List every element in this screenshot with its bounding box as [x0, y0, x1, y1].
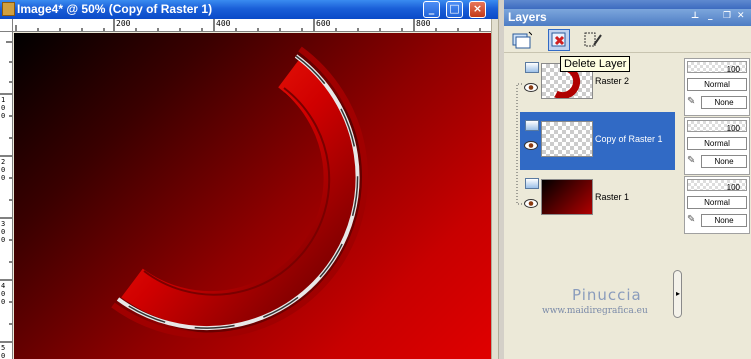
blend-mode-select[interactable]: Normal — [687, 78, 747, 91]
layers-title: Layers — [508, 10, 547, 24]
visibility-eye-icon[interactable] — [524, 199, 538, 208]
opacity-slider[interactable]: 100 — [687, 120, 747, 133]
brush-icon: ✎ — [687, 155, 696, 166]
link-mode-select[interactable]: None — [701, 96, 747, 109]
layer-properties-icon[interactable] — [582, 29, 604, 51]
brush-icon: ✎ — [687, 96, 696, 107]
minimize-button[interactable]: _ — [423, 1, 440, 18]
brush-icon: ✎ — [687, 214, 696, 225]
panel-splitter[interactable]: ▸ — [673, 270, 682, 318]
raster-layer-icon — [525, 62, 539, 73]
raster-layer-icon — [525, 178, 539, 189]
ruler-label-200: 200 — [116, 19, 131, 28]
layer-properties-column: 100 Normal ✎ None 100 Normal ✎ None 100 … — [682, 54, 751, 359]
image-icon — [2, 2, 15, 16]
expand-arrow-icon: ▸ — [676, 289, 681, 298]
ruler-label-400: 400 — [216, 19, 231, 28]
layer-row-copy-of-raster-1[interactable]: Copy of Raster 1 — [520, 112, 675, 170]
palette-close-icon[interactable]: ✕ — [737, 11, 745, 21]
window-title: Image4* @ 50% (Copy of Raster 1) — [17, 2, 213, 16]
ruler-label-600: 600 — [316, 19, 331, 28]
palette-restore-icon[interactable]: ❐ — [723, 11, 731, 21]
ruler-label-800: 800 — [416, 19, 431, 28]
blend-mode-select[interactable]: Normal — [687, 196, 747, 209]
layer-name: Copy of Raster 1 — [595, 134, 663, 144]
new-layer-icon[interactable] — [510, 29, 533, 51]
opacity-value: 100 — [726, 124, 740, 133]
layers-palette: Layers ⊥ _ ❐ ✕ Delete Layer Raster 2 Cop… — [504, 0, 751, 359]
palette-top-strip — [504, 0, 751, 9]
layer-name: Raster 1 — [595, 192, 630, 202]
layer-row-raster-1[interactable]: Raster 1 — [520, 170, 675, 228]
ruler-corner — [0, 19, 13, 32]
ruler-label-v400: 400 — [1, 282, 6, 306]
pin-icon[interactable]: ⊥ — [691, 11, 699, 21]
ruler-label-v200: 200 — [1, 158, 6, 182]
link-mode-select[interactable]: None — [701, 155, 747, 168]
layer-props-raster-2: 100 Normal ✎ None — [684, 58, 750, 116]
ruler-label-v100: 100 — [1, 96, 6, 120]
red-ring-artwork — [111, 46, 368, 339]
blend-mode-select[interactable]: Normal — [687, 137, 747, 150]
opacity-value: 100 — [726, 183, 740, 192]
link-mode-select[interactable]: None — [701, 214, 747, 227]
layer-props-raster-1: 100 Normal ✎ None — [684, 176, 750, 234]
watermark-name: Pinuccia — [572, 286, 642, 304]
image-titlebar[interactable]: Image4* @ 50% (Copy of Raster 1) _ □ × — [0, 0, 498, 19]
layer-thumbnail — [541, 179, 593, 215]
tooltip-delete-layer: Delete Layer — [560, 56, 631, 72]
layers-titlebar[interactable]: Layers ⊥ _ ❐ ✕ — [504, 9, 751, 26]
image-window: Image4* @ 50% (Copy of Raster 1) _ □ × 2… — [0, 0, 498, 359]
image-canvas[interactable] — [14, 33, 491, 359]
horizontal-ruler: 200 400 600 800 — [13, 19, 491, 32]
watermark-url: www.maidiregrafica.eu — [542, 306, 648, 316]
visibility-eye-icon[interactable] — [524, 141, 538, 150]
layer-props-copy-of-raster-1: 100 Normal ✎ None — [684, 117, 750, 175]
raster-layer-icon — [525, 120, 539, 131]
layer-name: Raster 2 — [595, 76, 630, 86]
ruler-ticks-vertical — [0, 41, 12, 343]
image-scrollbar[interactable] — [491, 19, 498, 359]
opacity-slider[interactable]: 100 — [687, 179, 747, 192]
visibility-eye-icon[interactable] — [524, 83, 538, 92]
layer-thumbnail — [541, 121, 593, 157]
layers-toolbar — [504, 26, 751, 53]
opacity-value: 100 — [726, 65, 740, 74]
ruler-label-v500: 500 — [1, 344, 6, 359]
layer-list: Raster 2 Copy of Raster 1 Raster 1 Pinuc… — [516, 54, 675, 359]
close-button[interactable]: × — [469, 1, 486, 18]
opacity-slider[interactable]: 100 — [687, 61, 747, 74]
palette-minimize-icon[interactable]: _ — [708, 11, 713, 21]
maximize-button[interactable]: □ — [446, 1, 463, 18]
delete-layer-button[interactable] — [548, 29, 570, 51]
ruler-label-v300: 300 — [1, 220, 6, 244]
vertical-ruler: 100 200 300 400 500 — [0, 32, 13, 359]
